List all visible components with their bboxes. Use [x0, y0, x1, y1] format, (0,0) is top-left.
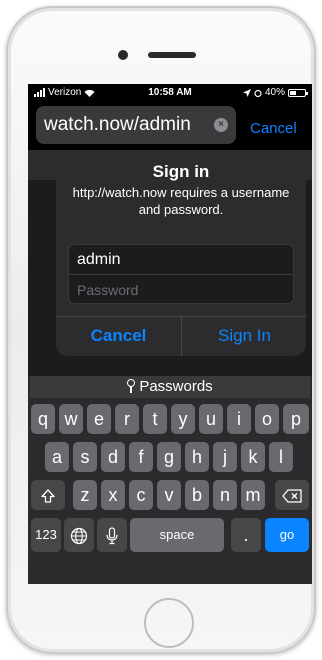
- passwords-label: Passwords: [139, 378, 213, 395]
- globe-key[interactable]: [64, 518, 94, 552]
- key-o[interactable]: o: [255, 404, 279, 434]
- address-bar[interactable]: watch.now/admin ×: [36, 106, 236, 144]
- key-s[interactable]: s: [73, 442, 97, 472]
- clear-icon[interactable]: ×: [214, 118, 228, 132]
- key-z[interactable]: z: [73, 480, 97, 510]
- key-d[interactable]: d: [101, 442, 125, 472]
- key-t[interactable]: t: [143, 404, 167, 434]
- key-c[interactable]: c: [129, 480, 153, 510]
- key-b[interactable]: b: [185, 480, 209, 510]
- globe-icon: [70, 527, 88, 545]
- password-field[interactable]: Password: [69, 275, 293, 303]
- speaker: [148, 52, 196, 58]
- key-j[interactable]: j: [213, 442, 237, 472]
- key-y[interactable]: y: [171, 404, 195, 434]
- key-a[interactable]: a: [45, 442, 69, 472]
- screen: Verizon 10:58 AM 40% watch.now/admin × C…: [28, 84, 312, 584]
- address-cancel-button[interactable]: Cancel: [250, 120, 297, 137]
- location-icon: [242, 88, 251, 97]
- numbers-key[interactable]: 123: [31, 518, 61, 552]
- battery-fill: [290, 90, 296, 95]
- key-e[interactable]: e: [87, 404, 111, 434]
- passwords-bar[interactable]: Passwords: [30, 376, 310, 398]
- key-u[interactable]: u: [199, 404, 223, 434]
- battery-percent: 40%: [264, 87, 285, 98]
- key-h[interactable]: h: [185, 442, 209, 472]
- delete-icon: [282, 489, 302, 503]
- key-v[interactable]: v: [157, 480, 181, 510]
- camera: [118, 50, 128, 60]
- key-w[interactable]: w: [59, 404, 83, 434]
- battery-icon: [288, 88, 308, 97]
- go-key[interactable]: go: [265, 518, 309, 552]
- shift-key[interactable]: [31, 480, 65, 510]
- key-x[interactable]: x: [101, 480, 125, 510]
- key-r[interactable]: r: [115, 404, 139, 434]
- key-g[interactable]: g: [157, 442, 181, 472]
- key-f[interactable]: f: [129, 442, 153, 472]
- username-field[interactable]: admin: [69, 245, 293, 275]
- dialog-title: Sign in: [152, 162, 210, 181]
- url-text: watch.now/admin: [44, 114, 191, 135]
- status-bar: Verizon 10:58 AM 40%: [28, 84, 312, 102]
- key-k[interactable]: k: [241, 442, 265, 472]
- dialog-signin-button[interactable]: Sign In: [182, 316, 307, 356]
- key-l[interactable]: l: [269, 442, 293, 472]
- dialog-cancel-button[interactable]: Cancel: [56, 316, 181, 356]
- sign-in-dialog: Sign in http://watch.now requires a user…: [56, 156, 306, 356]
- key-i[interactable]: i: [227, 404, 251, 434]
- alarm-icon: [254, 89, 262, 97]
- key-q[interactable]: q: [31, 404, 55, 434]
- key-icon: [127, 379, 136, 393]
- home-button[interactable]: [144, 598, 194, 648]
- period-key[interactable]: .: [231, 518, 261, 552]
- key-p[interactable]: p: [283, 404, 309, 434]
- credential-fields: admin Password: [68, 244, 294, 304]
- space-key[interactable]: space: [130, 518, 224, 552]
- delete-key[interactable]: [275, 480, 309, 510]
- keyboard: Passwords q w e r t y u i o p a s d f g …: [28, 376, 312, 584]
- mic-icon: [106, 527, 118, 545]
- mic-key[interactable]: [97, 518, 127, 552]
- key-m[interactable]: m: [241, 480, 265, 510]
- shift-icon: [41, 489, 55, 503]
- dialog-message: http://watch.now requires a username and…: [72, 185, 290, 217]
- key-n[interactable]: n: [213, 480, 237, 510]
